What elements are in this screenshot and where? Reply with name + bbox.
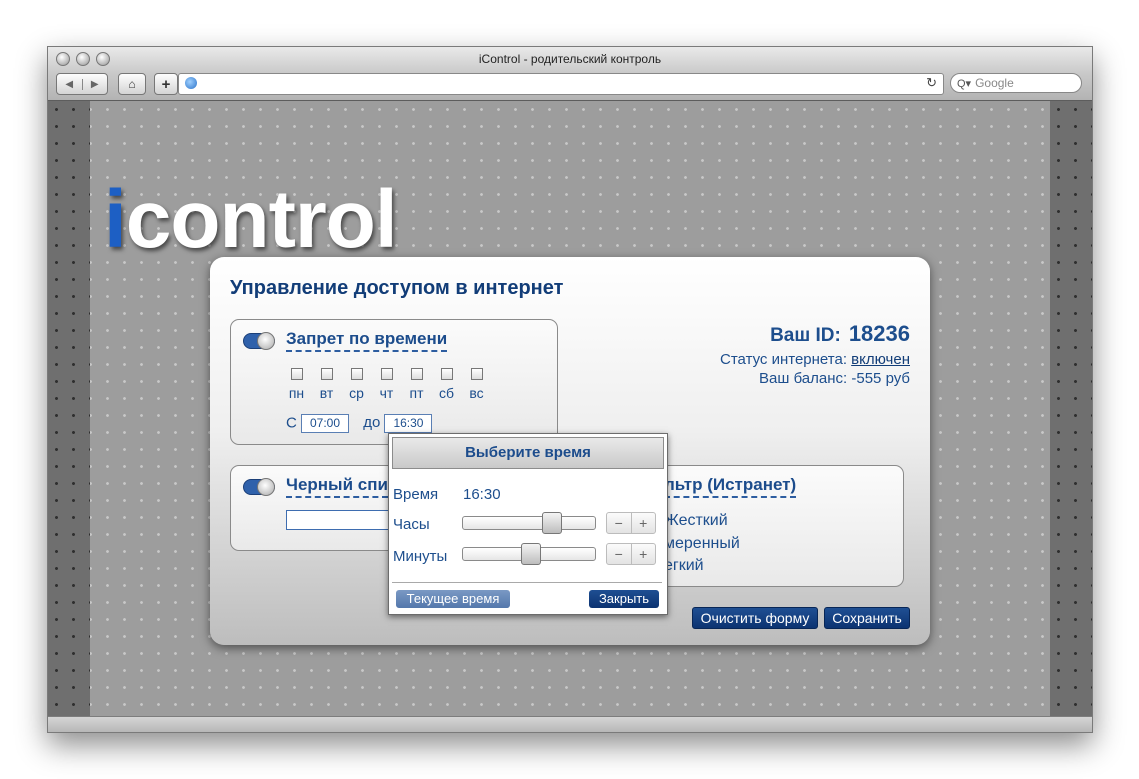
search-icon: Q▾ (957, 77, 972, 90)
weekday-label: сб (438, 385, 455, 401)
minutes-slider-handle[interactable] (521, 543, 541, 565)
minutes-label: Минуты (393, 548, 448, 565)
nav-buttons: ◀ ▶ (56, 73, 108, 95)
weekday-item: ср (346, 368, 367, 401)
time-ban-box: Запрет по времени пн вт ср чт пт сб вс С 07:00… (230, 319, 558, 445)
logo-rest: control (125, 174, 398, 265)
logo-i: i (104, 174, 127, 265)
weekday-item: вт (316, 368, 337, 401)
weekday-checkbox[interactable] (440, 368, 453, 380)
time-picker-dialog: Выберите время Время 16:30 Часы − + Мину… (388, 433, 668, 615)
weekday-item: вс (466, 368, 487, 401)
left-border-strip (48, 101, 90, 716)
add-bookmark-button[interactable]: + (154, 73, 178, 95)
weekday-checkbox[interactable] (320, 368, 333, 380)
balance-value: -555 руб (851, 370, 910, 387)
balance-label: Ваш баланс: (759, 370, 848, 387)
filter-option-strict[interactable]: Жесткий (664, 512, 728, 530)
picker-divider (392, 582, 662, 583)
weekday-label: пн (288, 385, 305, 401)
internet-status-line: Статус интернета: включен (720, 351, 910, 368)
hours-slider-handle[interactable] (542, 512, 562, 534)
hours-plus-button[interactable]: + (630, 513, 656, 533)
save-button[interactable]: Сохранить (824, 607, 910, 629)
weekday-label: пт (409, 385, 424, 401)
toggle-knob (257, 478, 275, 496)
home-button[interactable]: ⌂ (118, 73, 146, 95)
from-time-input[interactable]: 07:00 (301, 414, 350, 433)
blacklist-title[interactable]: Черный спи (286, 475, 388, 498)
id-label: Ваш ID: (770, 325, 841, 346)
filter-title[interactable]: льтр (Истранет) (664, 475, 797, 498)
blacklist-input[interactable] (286, 510, 398, 530)
hours-label: Часы (393, 516, 430, 533)
browser-toolbar: iControl - родительский контроль ◀ ▶ ⌂ +… (48, 47, 1092, 101)
to-label: до (363, 414, 381, 432)
filter-option-light[interactable]: егкий (664, 557, 704, 575)
icontrol-logo: icontrol (104, 179, 398, 261)
user-id-line: Ваш ID: 18236 (720, 321, 910, 347)
user-id: 18236 (848, 321, 910, 346)
weekday-checkbox[interactable] (410, 368, 423, 380)
search-input[interactable]: Q▾ Google (950, 73, 1082, 93)
close-picker-button[interactable]: Закрыть (589, 590, 659, 608)
weekday-label: вс (469, 385, 484, 401)
weekday-label: чт (379, 385, 394, 401)
address-bar[interactable]: ↻ (178, 73, 944, 95)
weekday-item: пт (406, 368, 427, 401)
page-content: icontrol Управление доступом в интернет … (48, 101, 1092, 716)
back-button[interactable]: ◀ (57, 79, 82, 90)
weekday-label: ср (349, 385, 364, 401)
hours-stepper[interactable]: − + (606, 512, 656, 534)
minutes-minus-button[interactable]: − (607, 544, 631, 564)
balance-line: Ваш баланс: -555 руб (720, 370, 910, 387)
status-label: Статус интернета: (720, 351, 847, 368)
weekday-checkbox[interactable] (470, 368, 483, 380)
reload-icon[interactable]: ↻ (926, 75, 937, 91)
forward-button[interactable]: ▶ (81, 78, 108, 90)
clear-form-button[interactable]: Очистить форму (692, 607, 818, 629)
time-value: 16:30 (463, 486, 501, 503)
page-title: Управление доступом в интернет (230, 277, 564, 299)
minutes-slider[interactable] (462, 543, 596, 565)
right-border-strip (1050, 101, 1092, 716)
window-title: iControl - родительский контроль (478, 52, 662, 66)
minutes-stepper[interactable]: − + (606, 543, 656, 565)
current-time-button[interactable]: Текущее время (396, 590, 510, 608)
internet-status-link[interactable]: включен (851, 351, 910, 368)
to-time-input[interactable]: 16:30 (384, 414, 433, 433)
blacklist-toggle[interactable] (243, 478, 275, 496)
time-ban-title[interactable]: Запрет по времени (286, 329, 448, 352)
search-placeholder: Google (975, 76, 1014, 90)
time-picker-title: Выберите время (392, 437, 664, 469)
hours-slider[interactable] (462, 512, 596, 534)
blacklist-box: Черный спи (230, 465, 402, 551)
browser-window: iControl - родительский контроль ◀ ▶ ⌂ +… (47, 46, 1093, 733)
globe-icon (185, 77, 197, 89)
weekday-checkbox[interactable] (380, 368, 393, 380)
from-label: С (286, 414, 297, 432)
time-range: С 07:00 до 16:30 (286, 414, 433, 433)
time-label: Время (393, 486, 439, 503)
filter-option-moderate[interactable]: меренный (664, 535, 740, 553)
weekday-checkbox[interactable] (350, 368, 363, 380)
weekday-checkbox[interactable] (290, 368, 303, 380)
minutes-plus-button[interactable]: + (630, 544, 656, 564)
weekday-label: вт (319, 385, 334, 401)
status-bar (48, 716, 1092, 732)
weekday-checkboxes: пн вт ср чт пт сб вс (286, 368, 487, 401)
hours-minus-button[interactable]: − (607, 513, 631, 533)
weekday-item: пн (286, 368, 307, 401)
time-ban-toggle[interactable] (243, 332, 275, 350)
weekday-item: чт (376, 368, 397, 401)
account-info: Ваш ID: 18236 Статус интернета: включен В… (720, 321, 910, 387)
toggle-knob (257, 332, 275, 350)
weekday-item: сб (436, 368, 457, 401)
